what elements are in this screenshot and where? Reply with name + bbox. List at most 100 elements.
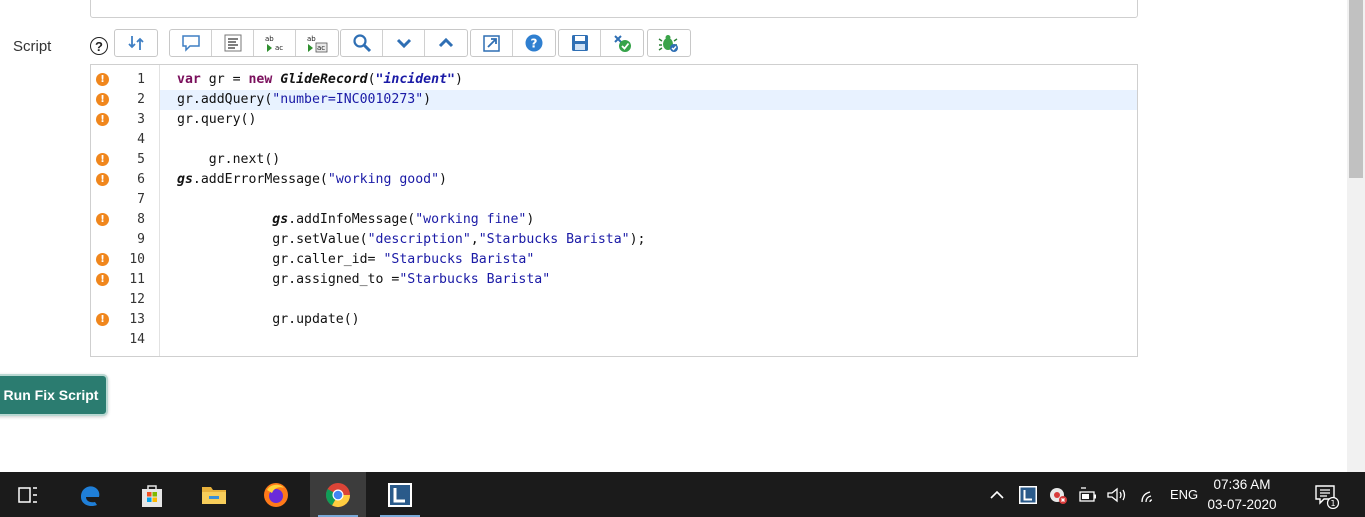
warning-icon[interactable]: !	[96, 273, 109, 286]
toolbar-group-edit: ab ac ab ac	[169, 29, 339, 57]
code-line[interactable]: 14	[91, 330, 1137, 350]
warning-icon[interactable]: !	[96, 173, 109, 186]
page-scrollbar[interactable]	[1347, 0, 1365, 472]
action-center-button[interactable]: 1	[1312, 472, 1340, 517]
warning-icon[interactable]: !	[96, 313, 109, 326]
line-number: 3	[137, 112, 145, 127]
editor-help-button[interactable]: ?	[513, 30, 555, 56]
wifi-icon[interactable]	[1138, 486, 1160, 504]
code-editor[interactable]: ! 1 var gr = new GlideRecord("incident")…	[90, 64, 1138, 357]
edge-icon	[81, 485, 100, 506]
comment-icon	[181, 35, 200, 52]
taskbar-edge[interactable]	[62, 472, 118, 517]
system-tray: ENG	[988, 472, 1198, 517]
search-button[interactable]	[341, 30, 383, 56]
code-line[interactable]: ! 5 gr.next()	[91, 150, 1137, 170]
save-icon	[571, 35, 588, 51]
code-text: gr.caller_id= "Starbucks Barista"	[177, 252, 535, 267]
svg-text:ab: ab	[307, 35, 316, 43]
firefox-icon	[264, 482, 288, 507]
code-line[interactable]: 4	[91, 130, 1137, 150]
code-text: gr.setValue("description","Starbucks Bar…	[177, 232, 646, 247]
taskbar-file-explorer[interactable]	[186, 472, 242, 517]
taskbar-firefox[interactable]	[248, 472, 304, 517]
find-next-button[interactable]	[383, 30, 425, 56]
code-line[interactable]: ! 6 gs.addErrorMessage("working good")	[91, 170, 1137, 190]
code-line[interactable]: ! 1 var gr = new GlideRecord("incident")	[91, 70, 1137, 90]
warning-icon[interactable]: !	[96, 93, 109, 106]
task-view-icon	[18, 486, 37, 503]
code-text: gs.addInfoMessage("working fine")	[272, 212, 535, 227]
find-previous-button[interactable]	[425, 30, 467, 56]
code-text: gr.addQuery("number=INC0010273")	[177, 92, 432, 107]
store-icon	[142, 484, 162, 507]
swap-icon	[128, 36, 144, 50]
previous-field-box[interactable]	[90, 0, 1138, 18]
code-line-active[interactable]: ! 2 gr.addQuery("number=INC0010273")	[91, 90, 1137, 110]
run-fix-script-button[interactable]: Run Fix Script	[0, 374, 108, 416]
question-help-icon[interactable]: ?	[90, 37, 108, 55]
task-view-button[interactable]	[0, 472, 56, 517]
replace-button[interactable]: ab ac	[254, 30, 296, 56]
svg-text:ac: ac	[317, 44, 325, 52]
notifications-icon: 1	[1315, 484, 1340, 509]
taskbar-chrome[interactable]	[310, 472, 366, 517]
security-tray-icon[interactable]	[1048, 485, 1068, 505]
code-line[interactable]: ! 13 gr.update()	[91, 310, 1137, 330]
code-text: gs.addErrorMessage("working good")	[177, 172, 447, 187]
line-number: 5	[137, 152, 145, 167]
code-line[interactable]: ! 3 gr.query()	[91, 110, 1137, 130]
help-circle-icon: ?	[525, 34, 543, 52]
svg-text:?: ?	[531, 37, 538, 51]
bug-icon	[658, 35, 678, 52]
warning-icon[interactable]: !	[96, 113, 109, 126]
chevron-up-icon[interactable]	[988, 488, 1006, 502]
chrome-icon	[325, 482, 350, 507]
network-tray-icon[interactable]	[1078, 486, 1098, 504]
check-syntax-icon	[614, 35, 631, 52]
code-text: gr.update()	[177, 312, 360, 327]
replace-icon: ab ac	[265, 35, 283, 52]
code-line[interactable]: ! 10 gr.caller_id= "Starbucks Barista"	[91, 250, 1137, 270]
page: Script ? ab ac ab ac ? ! 1 var gr = new …	[0, 0, 1365, 517]
line-number: 2	[137, 92, 145, 107]
folder-icon	[202, 486, 226, 504]
fullscreen-button[interactable]	[471, 30, 513, 56]
code-line[interactable]: 7	[91, 190, 1137, 210]
code-line[interactable]: ! 11 gr.assigned_to ="Starbucks Barista"	[91, 270, 1137, 290]
warning-icon[interactable]: !	[96, 213, 109, 226]
notification-count: 1	[1330, 499, 1335, 508]
search-icon	[352, 34, 371, 53]
toggle-editor-button[interactable]	[115, 30, 157, 56]
code-text: gr.next()	[177, 152, 281, 167]
code-text: gr.assigned_to ="Starbucks Barista"	[177, 272, 551, 287]
comment-button[interactable]	[170, 30, 212, 56]
app-l-tray-icon[interactable]	[1018, 485, 1038, 505]
scrollbar-thumb[interactable]	[1349, 0, 1363, 178]
line-number: 6	[137, 172, 145, 187]
svg-text:ac: ac	[275, 44, 283, 52]
script-field-label: Script	[13, 38, 52, 55]
svg-text:ab: ab	[265, 35, 274, 43]
line-number: 12	[129, 292, 145, 307]
code-line[interactable]: 9 gr.setValue("description","Starbucks B…	[91, 230, 1137, 250]
app-l-icon	[388, 482, 412, 507]
chevron-down-icon	[396, 38, 411, 49]
save-button[interactable]	[559, 30, 601, 56]
format-code-button[interactable]	[212, 30, 254, 56]
code-line[interactable]: 12	[91, 290, 1137, 310]
input-language[interactable]: ENG	[1170, 487, 1198, 502]
volume-icon[interactable]	[1106, 486, 1128, 504]
code-line[interactable]: ! 8 gs.addInfoMessage("working fine")	[91, 210, 1137, 230]
taskbar-store[interactable]	[124, 472, 180, 517]
code-text: gr.query()	[177, 112, 257, 127]
replace-all-button[interactable]: ab ac	[296, 30, 338, 56]
taskbar-clock[interactable]: 07:36 AM 03-07-2020	[1207, 475, 1277, 515]
debug-button[interactable]	[648, 30, 690, 56]
warning-icon[interactable]: !	[96, 253, 109, 266]
taskbar-app-l[interactable]	[372, 472, 428, 517]
toolbar-group-save	[558, 29, 644, 57]
check-syntax-button[interactable]	[601, 30, 643, 56]
warning-icon[interactable]: !	[96, 73, 109, 86]
warning-icon[interactable]: !	[96, 153, 109, 166]
